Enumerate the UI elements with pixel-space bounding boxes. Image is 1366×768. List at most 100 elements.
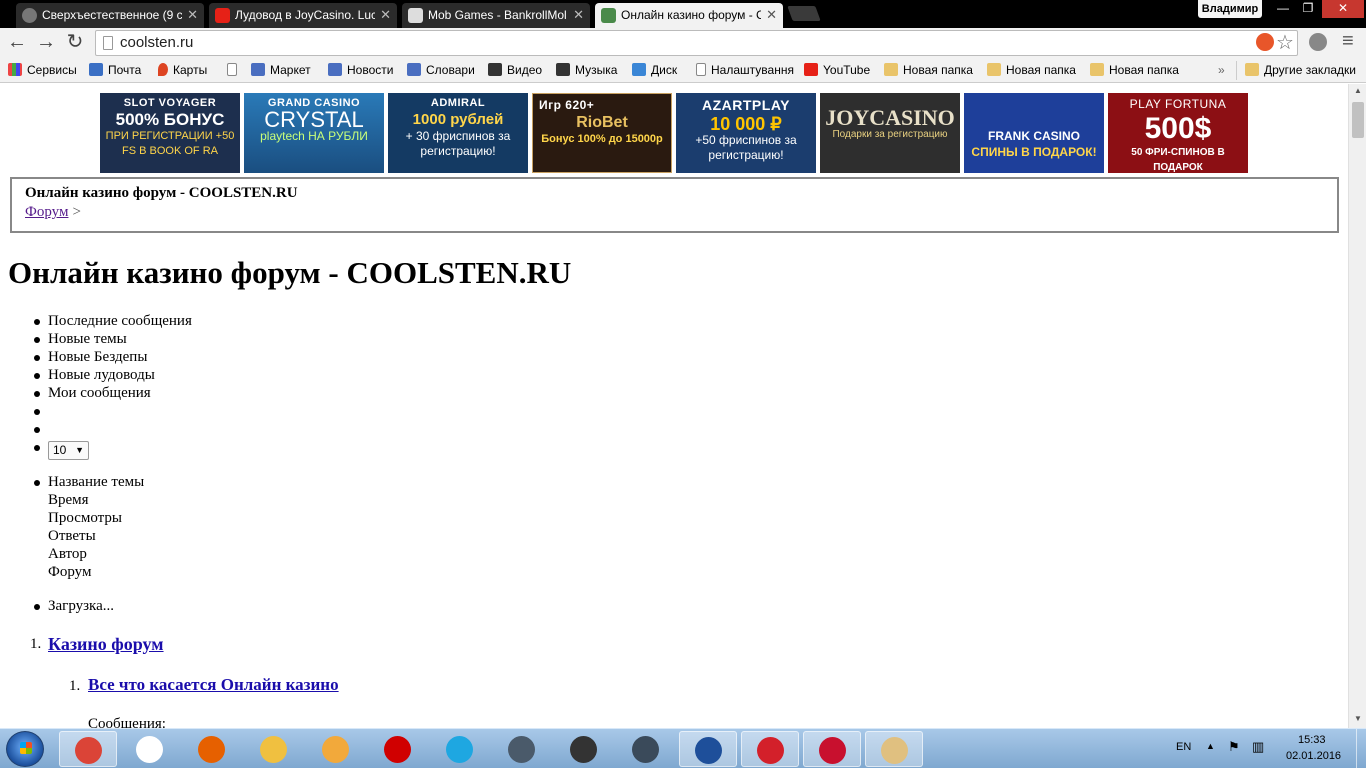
taskbar-poker-app-button[interactable] <box>679 731 737 767</box>
bookmark-dictionaries[interactable]: Словари <box>407 61 475 80</box>
tab-supernatural[interactable]: Сверхъестественное (9 се ✕ <box>16 3 204 28</box>
bookmark-other[interactable]: Другие закладки <box>1245 61 1356 80</box>
bookmark-disk[interactable]: Диск <box>632 61 677 80</box>
page-scrollbar[interactable]: ▲ ▼ <box>1348 84 1366 728</box>
banner-azartplay[interactable]: AZARTPLAY 10 000 ₽ +50 фриспинов за реги… <box>676 93 816 173</box>
bookmarks-divider <box>1236 61 1237 80</box>
tab-mobgames[interactable]: Mob Games - BankrollMol ✕ <box>402 3 590 28</box>
adblock-extension-icon[interactable] <box>1256 33 1274 51</box>
banner-slot-voyager[interactable]: SLOT VOYAGER 500% БОНУС ПРИ РЕГИСТРАЦИИ … <box>100 93 240 173</box>
scroll-up-icon[interactable]: ▲ <box>1349 84 1366 98</box>
sort-topic-name[interactable]: Название темы <box>33 473 144 491</box>
taskbar-opera-button[interactable] <box>369 731 427 767</box>
messages-label: Сообщения: <box>88 716 166 728</box>
menu-icon[interactable]: ≡ <box>1342 30 1354 53</box>
taskbar-world-of-tanks-button[interactable] <box>555 731 613 767</box>
taskbar-pokerstars-button[interactable] <box>803 731 861 767</box>
taskbar-firefox-button[interactable] <box>183 731 241 767</box>
minimize-button[interactable]: — <box>1270 0 1296 18</box>
bookmark-folder-1[interactable]: Новая папка <box>884 61 973 80</box>
bookmarks-overflow-button[interactable]: » <box>1218 61 1225 80</box>
scroll-down-icon[interactable]: ▼ <box>1349 712 1366 726</box>
link-new-bonuses[interactable]: Новые Бездепы <box>34 348 192 366</box>
clock-date[interactable]: 02.01.2016 <box>1286 750 1341 762</box>
taskbar-star-app-button[interactable] <box>741 731 799 767</box>
sort-author[interactable]: Автор <box>48 545 144 563</box>
bookmark-music[interactable]: Музыка <box>556 61 617 80</box>
bookmark-maps[interactable]: Карты <box>158 61 207 80</box>
page-icon <box>103 36 113 50</box>
sort-views[interactable]: Просмотры <box>48 509 144 527</box>
close-button[interactable]: ✕ <box>1322 0 1364 18</box>
per-page-select[interactable]: 10 ▼ <box>48 441 89 460</box>
web-page: SLOT VOYAGER 500% БОНУС ПРИ РЕГИСТРАЦИИ … <box>0 84 1348 728</box>
banner-play-fortuna[interactable]: PLAY FORTUNA 500$ 50 ФРИ-СПИНОВ В ПОДАРО… <box>1108 93 1248 173</box>
bookmark-folder-3[interactable]: Новая папка <box>1090 61 1179 80</box>
forward-button[interactable]: → <box>34 31 58 55</box>
windows-logo-icon <box>20 742 32 754</box>
maximize-button[interactable]: ❐ <box>1296 0 1320 18</box>
tab-coolsten[interactable]: Онлайн казино форум - C ✕ <box>595 3 783 28</box>
apps-icon <box>8 63 22 76</box>
bookmark-news[interactable]: Новости <box>328 61 393 80</box>
banner-joycasino[interactable]: JOYCASINO Подарки за регистрацию <box>820 93 960 173</box>
taskbar-paint-button[interactable] <box>865 731 923 767</box>
start-button[interactable] <box>6 731 44 767</box>
address-bar[interactable]: coolsten.ru <box>95 30 1298 56</box>
bookmark-folder-2[interactable]: Новая папка <box>987 61 1076 80</box>
forum-number: 1. <box>69 678 81 694</box>
clock-time[interactable]: 15:33 <box>1298 734 1326 746</box>
dict-icon <box>407 63 421 76</box>
banner-riobet[interactable]: Игр 620+ RioBet Бонус 100% до 15000р <box>532 93 672 173</box>
folder-icon <box>1090 63 1104 76</box>
taskbar-chrome-button[interactable] <box>59 731 117 767</box>
banner-frank-casino[interactable]: FRANK CASINO СПИНЫ В ПОДАРОК! <box>964 93 1104 173</box>
sort-replies[interactable]: Ответы <box>48 527 144 545</box>
link-latest-posts[interactable]: Последние сообщения <box>34 312 192 330</box>
bookmark-star-icon[interactable]: ☆ <box>1276 30 1294 55</box>
bookmark-market[interactable]: Маркет <box>251 61 311 80</box>
bookmark-mail[interactable]: Почта <box>89 61 141 80</box>
forum-link[interactable]: Все что касается Онлайн казино <box>88 675 339 695</box>
taskbar-explorer-button[interactable] <box>245 731 303 767</box>
taskbar-media-player-button[interactable] <box>307 731 365 767</box>
quick-links-list: Последние сообщения Новые темы Новые Без… <box>34 312 192 464</box>
taskbar-yandex-button[interactable] <box>121 731 179 767</box>
bookmark-page[interactable] <box>227 61 242 80</box>
tab-joycasino[interactable]: Лудовод в JoyCasino. Luc ✕ <box>209 3 397 28</box>
action-center-flag-icon[interactable]: ⚑ <box>1228 739 1240 755</box>
bookmark-settings[interactable]: Налаштування <box>696 61 794 80</box>
taskbar-world-of-warplanes-button[interactable] <box>493 731 551 767</box>
back-button[interactable]: ← <box>5 31 29 55</box>
show-hidden-icons-icon[interactable]: ▲ <box>1206 741 1215 751</box>
banner-admiral[interactable]: ADMIRAL 1000 рублей + 30 фриспинов за ре… <box>388 93 528 173</box>
show-desktop-button[interactable] <box>1356 729 1366 768</box>
tab-close-icon[interactable]: ✕ <box>187 3 198 27</box>
sort-forum[interactable]: Форум <box>48 563 144 581</box>
link-my-posts[interactable]: Мои сообщения <box>34 384 192 402</box>
ie-icon <box>446 736 473 763</box>
network-icon[interactable]: ▥ <box>1252 739 1264 755</box>
breadcrumb-forum-link[interactable]: Форум <box>25 204 68 220</box>
link-new-topics[interactable]: Новые темы <box>34 330 192 348</box>
reload-button[interactable]: ↻ <box>63 31 87 55</box>
new-tab-button[interactable] <box>787 6 821 21</box>
language-indicator[interactable]: EN <box>1176 741 1191 753</box>
bookmark-video[interactable]: Видео <box>488 61 542 80</box>
bookmark-youtube[interactable]: YouTube <box>804 61 870 80</box>
tab-close-icon[interactable]: ✕ <box>766 3 777 27</box>
category-link[interactable]: Казино форум <box>48 634 164 655</box>
vpn-extension-icon[interactable] <box>1309 33 1327 51</box>
sort-time[interactable]: Время <box>48 491 144 509</box>
profile-button[interactable]: Владимир <box>1198 0 1262 18</box>
banner-crystal[interactable]: GRAND CASINO CRYSTAL playtech НА РУБЛИ <box>244 93 384 173</box>
poker-app-icon <box>695 737 722 764</box>
tab-close-icon[interactable]: ✕ <box>573 3 584 27</box>
taskbar-ie-button[interactable] <box>431 731 489 767</box>
tab-close-icon[interactable]: ✕ <box>380 3 391 27</box>
tab-title: Сверхъестественное (9 се <box>42 8 182 22</box>
taskbar-world-of-warships-button[interactable] <box>617 731 675 767</box>
scroll-thumb[interactable] <box>1352 102 1364 138</box>
link-new-guides[interactable]: Новые лудоводы <box>34 366 192 384</box>
bookmark-services[interactable]: Сервисы <box>8 61 77 80</box>
